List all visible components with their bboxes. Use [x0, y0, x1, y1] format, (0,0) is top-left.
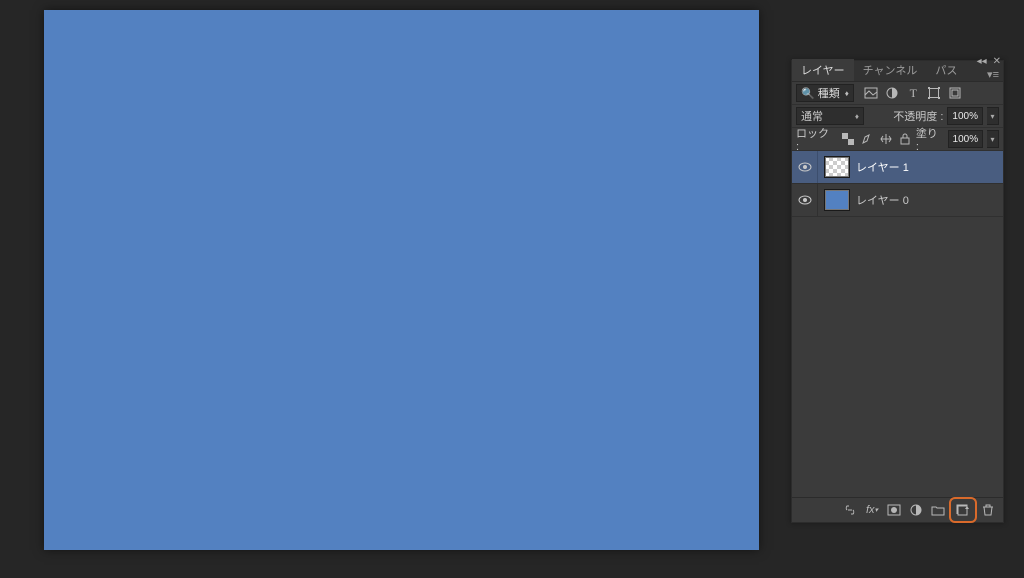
panel-collapse-icon[interactable]: ◂◂ — [977, 56, 987, 67]
opacity-slider-button[interactable]: ▾ — [987, 107, 999, 125]
visibility-eye-icon[interactable] — [792, 184, 818, 216]
layer-name[interactable]: レイヤー 1 — [856, 159, 909, 175]
tab-paths[interactable]: パス — [926, 59, 966, 81]
lock-row: ロック : 塗り : 100% ▾ — [792, 128, 1003, 151]
new-group-folder-icon[interactable] — [927, 500, 949, 520]
layer-thumbnail[interactable] — [824, 189, 850, 211]
fill-value[interactable]: 100% — [948, 130, 983, 148]
layers-panel: ◂◂ ✕ レイヤー チャンネル パス ▾≡ 🔍 種類 ♦ T — [791, 60, 1004, 523]
lock-position-icon[interactable] — [879, 132, 893, 146]
filter-type-text-icon[interactable]: T — [906, 86, 921, 101]
layer-thumbnail[interactable] — [824, 156, 850, 178]
filter-smartobject-icon[interactable] — [948, 86, 963, 101]
new-layer-highlight — [949, 497, 977, 523]
fill-label: 塗り : — [916, 125, 944, 153]
panel-menu-icon[interactable]: ▾≡ — [983, 68, 1003, 81]
panel-tabs: レイヤー チャンネル パス ▾≡ — [792, 61, 1003, 82]
link-layers-icon[interactable] — [839, 500, 861, 520]
filter-row: 🔍 種類 ♦ T — [792, 82, 1003, 105]
chevron-down-icon: ♦ — [845, 89, 849, 98]
opacity-label: 不透明度 : — [893, 108, 943, 124]
layers-empty-area[interactable] — [792, 217, 1003, 497]
document-canvas[interactable] — [44, 10, 759, 550]
opacity-value[interactable]: 100% — [947, 107, 983, 125]
layer-row[interactable]: レイヤー 0 — [792, 184, 1003, 217]
layer-name[interactable]: レイヤー 0 — [856, 192, 909, 208]
new-layer-icon[interactable] — [952, 500, 974, 520]
visibility-eye-icon[interactable] — [792, 151, 818, 183]
search-icon: 🔍 — [801, 87, 815, 100]
filter-pixel-icon[interactable] — [864, 86, 879, 101]
panel-footer: fx▾ — [792, 497, 1003, 522]
lock-all-icon[interactable] — [898, 132, 912, 146]
blend-mode-value: 通常 — [801, 108, 823, 124]
filter-adjustment-icon[interactable] — [885, 86, 900, 101]
delete-layer-trash-icon[interactable] — [977, 500, 999, 520]
fill-slider-button[interactable]: ▾ — [987, 130, 999, 148]
filter-type-label: 種類 — [818, 85, 840, 101]
tab-layers[interactable]: レイヤー — [792, 59, 854, 81]
lock-label: ロック : — [796, 125, 835, 153]
layers-list: レイヤー 1 レイヤー 0 — [792, 151, 1003, 497]
layer-row[interactable]: レイヤー 1 — [792, 151, 1003, 184]
lock-pixels-icon[interactable] — [860, 132, 874, 146]
tab-channels[interactable]: チャンネル — [854, 59, 927, 81]
canvas-stage — [0, 0, 790, 578]
blend-mode-select[interactable]: 通常 ♦ — [796, 107, 864, 125]
filter-type-select[interactable]: 🔍 種類 ♦ — [796, 84, 854, 102]
lock-transparency-icon[interactable] — [841, 132, 855, 146]
layer-style-fx-icon[interactable]: fx▾ — [861, 500, 883, 520]
chevron-down-icon: ♦ — [855, 112, 859, 121]
layer-mask-icon[interactable] — [883, 500, 905, 520]
panel-close-icon[interactable]: ✕ — [993, 56, 1001, 67]
adjustment-layer-icon[interactable] — [905, 500, 927, 520]
filter-shape-icon[interactable] — [927, 86, 942, 101]
